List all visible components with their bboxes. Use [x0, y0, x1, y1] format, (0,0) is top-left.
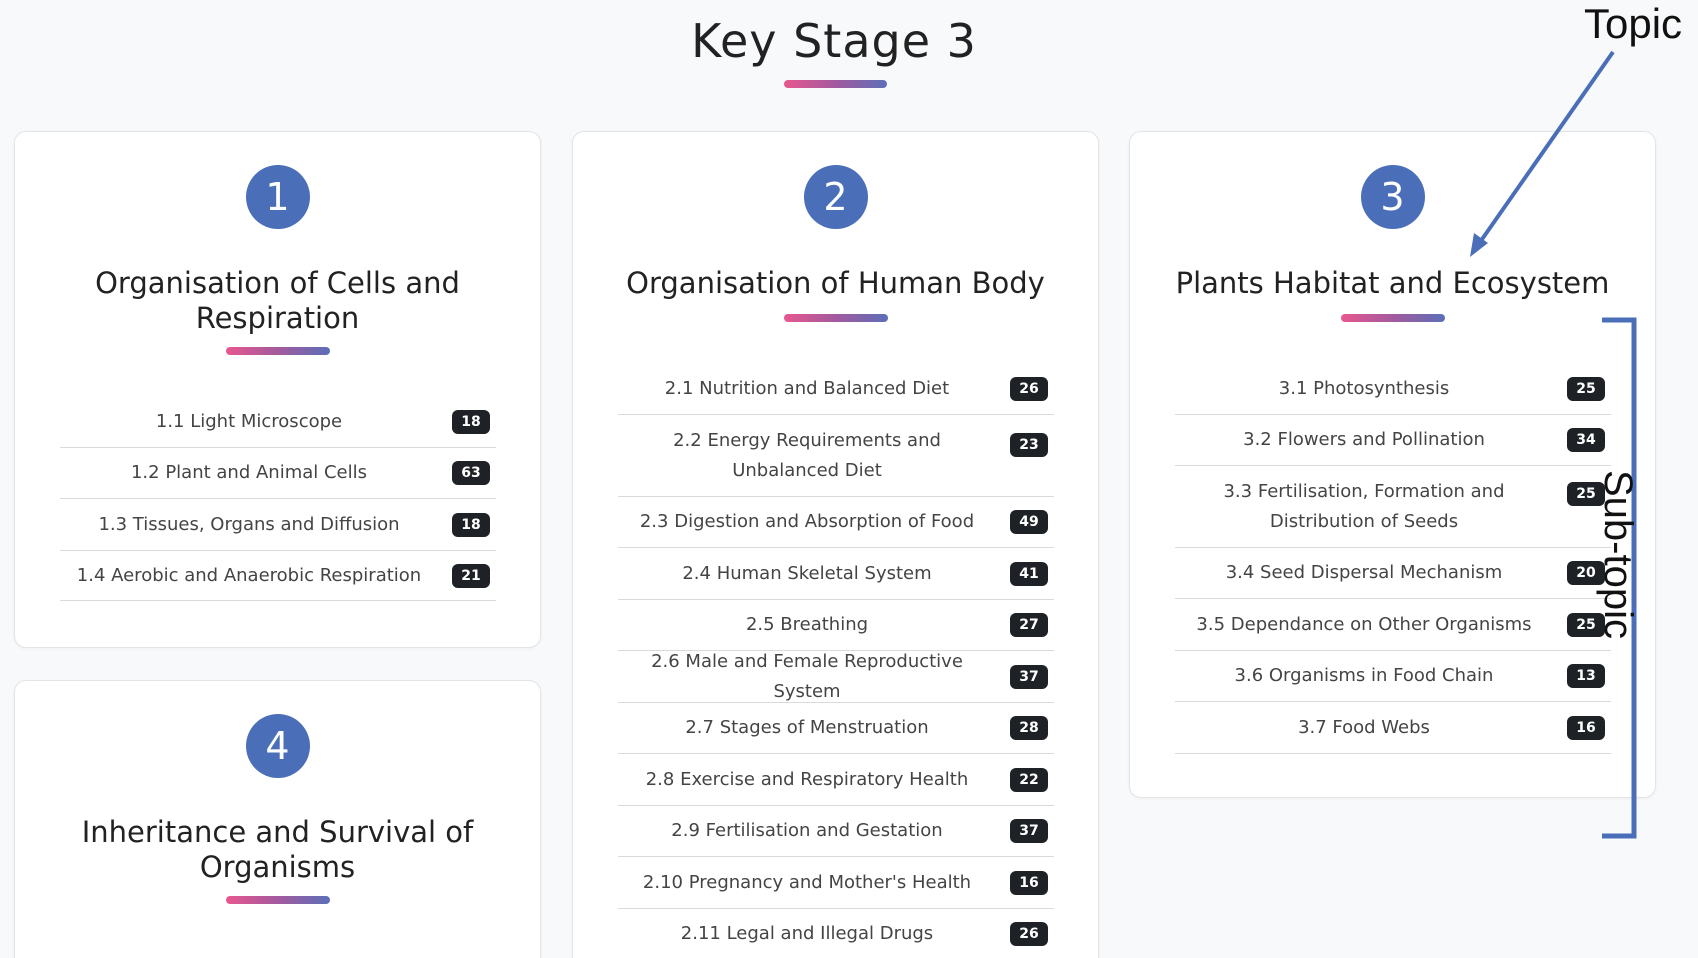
- subtopic-item[interactable]: 2.6 Male and Female Reproductive System …: [618, 651, 1054, 703]
- subtopic-list: 3.1 Photosynthesis 25 3.2 Flowers and Po…: [1175, 363, 1611, 754]
- subtopic-item[interactable]: 3.7 Food Webs 16: [1175, 702, 1611, 754]
- subtopic-item[interactable]: 2.9 Fertilisation and Gestation 37: [618, 806, 1054, 857]
- question-count-badge: 18: [452, 409, 490, 434]
- subtopic-annotation-label: Sub-topic: [1596, 470, 1640, 639]
- subtopic-list: 1.1 Light Microscope 18 1.2 Plant and An…: [60, 396, 496, 601]
- subtopic-label: 3.4 Seed Dispersal Mechanism: [1225, 562, 1503, 583]
- subtopic-label: 1.1 Light Microscope: [155, 410, 343, 432]
- question-count-badge: 49: [1010, 510, 1048, 534]
- topic-number-badge: 2: [803, 165, 868, 229]
- topic-underline: [1340, 314, 1445, 322]
- topic-number-badge: 4: [245, 714, 310, 778]
- question-count-badge: 26: [1010, 922, 1048, 946]
- topic-underline: [225, 347, 330, 355]
- subtopic-item[interactable]: 3.3 Fertilisation, Formation and Distrib…: [1175, 466, 1611, 548]
- subtopic-label: 1.4 Aerobic and Anaerobic Respiration: [76, 564, 422, 586]
- question-count-badge: 23: [1010, 433, 1048, 457]
- topic-annotation-label: Topic: [1584, 0, 1683, 47]
- subtopic-label: 2.3 Digestion and Absorption of Food: [639, 511, 975, 532]
- question-count-badge: 63: [452, 461, 490, 485]
- subtopic-item[interactable]: 3.6 Organisms in Food Chain 13: [1175, 651, 1611, 702]
- topic-title[interactable]: Organisation of Human Body: [593, 266, 1078, 301]
- question-count-badge: 37: [1010, 664, 1048, 689]
- question-count-badge: 25: [1567, 376, 1605, 401]
- question-count-badge: 34: [1567, 428, 1605, 452]
- subtopic-item[interactable]: 3.1 Photosynthesis 25: [1175, 363, 1611, 415]
- topic-card-1[interactable]: 1 Organisation of Cells and Respiration …: [14, 131, 541, 648]
- subtopic-item[interactable]: 2.10 Pregnancy and Mother's Health 16: [618, 857, 1054, 909]
- page-title: Key Stage 3: [691, 14, 977, 68]
- subtopic-label: 2.4 Human Skeletal System: [682, 562, 932, 584]
- subtopic-item[interactable]: 2.11 Legal and Illegal Drugs 26: [618, 909, 1054, 958]
- subtopic-item[interactable]: 3.5 Dependance on Other Organisms 25: [1175, 599, 1611, 651]
- subtopic-item[interactable]: 2.5 Breathing 27: [618, 600, 1054, 651]
- subtopic-item[interactable]: 2.2 Energy Requirements and Unbalanced D…: [618, 415, 1054, 497]
- topic-number-badge: 3: [1360, 165, 1425, 229]
- subtopic-item[interactable]: 2.4 Human Skeletal System 41: [618, 548, 1054, 600]
- topic-title[interactable]: Plants Habitat and Ecosystem: [1150, 266, 1635, 301]
- subtopic-item[interactable]: 1.4 Aerobic and Anaerobic Respiration 21: [60, 551, 496, 601]
- subtopic-label: 3.1 Photosynthesis: [1278, 377, 1450, 399]
- question-count-badge: 41: [1010, 561, 1048, 586]
- question-count-badge: 21: [452, 563, 490, 588]
- question-count-badge: 16: [1567, 715, 1605, 740]
- topic-card-2[interactable]: 2 Organisation of Human Body 2.1 Nutriti…: [572, 131, 1099, 958]
- subtopic-item[interactable]: 2.7 Stages of Menstruation 28: [618, 703, 1054, 754]
- topic-underline: [225, 896, 330, 904]
- question-count-badge: 16: [1010, 870, 1048, 895]
- subtopic-label: 3.5 Dependance on Other Organisms: [1196, 613, 1532, 635]
- subtopic-label: 3.2 Flowers and Pollination: [1243, 429, 1485, 450]
- question-count-badge: 26: [1010, 376, 1048, 401]
- subtopic-label: 2.5 Breathing: [745, 614, 869, 635]
- topic-card-4[interactable]: 4 Inheritance and Survival of Organisms: [14, 680, 541, 958]
- subtopic-label: 3.6 Organisms in Food Chain: [1234, 665, 1494, 686]
- topic-underline: [783, 314, 888, 322]
- title-underline: [784, 80, 887, 88]
- subtopic-label: 2.2 Energy Requirements and Unbalanced D…: [673, 429, 941, 481]
- subtopic-item[interactable]: 1.1 Light Microscope 18: [60, 396, 496, 448]
- subtopic-label: 2.10 Pregnancy and Mother's Health: [642, 871, 972, 893]
- question-count-badge: 28: [1010, 716, 1048, 740]
- subtopic-label: 1.2 Plant and Animal Cells: [130, 462, 368, 483]
- topic-title[interactable]: Organisation of Cells and Respiration: [35, 266, 520, 336]
- topic-title[interactable]: Inheritance and Survival of Organisms: [35, 815, 520, 885]
- subtopic-label: 3.7 Food Webs: [1298, 716, 1430, 738]
- subtopic-item[interactable]: 1.3 Tissues, Organs and Diffusion 18: [60, 499, 496, 551]
- topic-card-3[interactable]: 3 Plants Habitat and Ecosystem 3.1 Photo…: [1129, 131, 1656, 798]
- subtopic-item[interactable]: 2.8 Exercise and Respiratory Health 22: [618, 754, 1054, 806]
- subtopic-item[interactable]: 3.4 Seed Dispersal Mechanism 20: [1175, 548, 1611, 599]
- subtopic-item[interactable]: 2.1 Nutrition and Balanced Diet 26: [618, 363, 1054, 415]
- subtopic-item[interactable]: 1.2 Plant and Animal Cells 63: [60, 448, 496, 499]
- subtopic-label: 2.9 Fertilisation and Gestation: [671, 820, 943, 841]
- subtopic-label: 1.3 Tissues, Organs and Diffusion: [98, 513, 400, 535]
- subtopic-label: 2.8 Exercise and Respiratory Health: [645, 768, 969, 790]
- question-count-badge: 37: [1010, 819, 1048, 843]
- subtopic-list: 2.1 Nutrition and Balanced Diet 26 2.2 E…: [618, 363, 1054, 958]
- question-count-badge: 22: [1010, 767, 1048, 792]
- subtopic-label: 3.3 Fertilisation, Formation and Distrib…: [1223, 480, 1505, 532]
- question-count-badge: 27: [1010, 613, 1048, 637]
- topic-number-badge: 1: [245, 165, 310, 229]
- question-count-badge: 13: [1567, 664, 1605, 688]
- page: Key Stage 3 1 Organisation of Cells and …: [0, 0, 1698, 958]
- subtopic-item[interactable]: 3.2 Flowers and Pollination 34: [1175, 415, 1611, 466]
- subtopic-label: 2.6 Male and Female Reproductive System: [651, 650, 963, 702]
- subtopic-label: 2.11 Legal and Illegal Drugs: [680, 923, 934, 944]
- subtopic-item[interactable]: 2.3 Digestion and Absorption of Food 49: [618, 497, 1054, 548]
- subtopic-label: 2.1 Nutrition and Balanced Diet: [664, 377, 950, 399]
- subtopic-label: 2.7 Stages of Menstruation: [685, 717, 929, 738]
- question-count-badge: 18: [452, 512, 490, 537]
